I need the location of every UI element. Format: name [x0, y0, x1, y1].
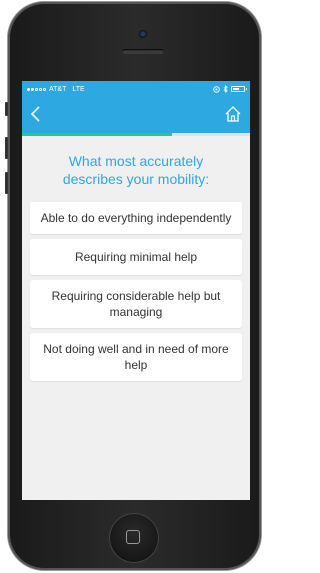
home-icon — [225, 106, 241, 122]
signal-strength-icon — [27, 87, 46, 91]
progress-fill — [22, 133, 173, 136]
hardware-home-button[interactable] — [109, 513, 159, 563]
back-button[interactable] — [28, 105, 44, 123]
option-minimal-help[interactable]: Requiring minimal help — [30, 239, 242, 275]
app-screen: AT&T LTE What most accurately describes … — [22, 81, 250, 500]
earpiece-speaker — [122, 49, 164, 54]
volume-up-button — [5, 137, 8, 159]
home-button-square-icon — [126, 530, 140, 544]
status-right — [213, 85, 247, 93]
home-nav-button[interactable] — [224, 105, 242, 123]
option-independent[interactable]: Able to do everything independently — [30, 202, 242, 234]
mute-switch — [5, 102, 8, 116]
answer-options: Able to do everything independently Requ… — [22, 202, 250, 381]
chevron-left-icon — [30, 106, 40, 122]
volume-down-button — [5, 172, 8, 194]
network-type: LTE — [72, 85, 85, 93]
status-bar: AT&T LTE — [22, 81, 250, 97]
bluetooth-icon — [223, 85, 228, 93]
question-title: What most accurately describes your mobi… — [62, 153, 210, 187]
carrier-name: AT&T — [49, 85, 67, 93]
option-need-more-help[interactable]: Not doing well and in need of more help — [30, 333, 242, 381]
option-considerable-help[interactable]: Requiring considerable help but managing — [30, 280, 242, 328]
progress-bar — [22, 133, 250, 136]
nav-bar — [22, 97, 250, 133]
battery-icon — [231, 86, 247, 92]
front-camera — [139, 30, 147, 38]
carrier-info: AT&T LTE — [27, 86, 85, 93]
location-icon — [213, 85, 220, 93]
